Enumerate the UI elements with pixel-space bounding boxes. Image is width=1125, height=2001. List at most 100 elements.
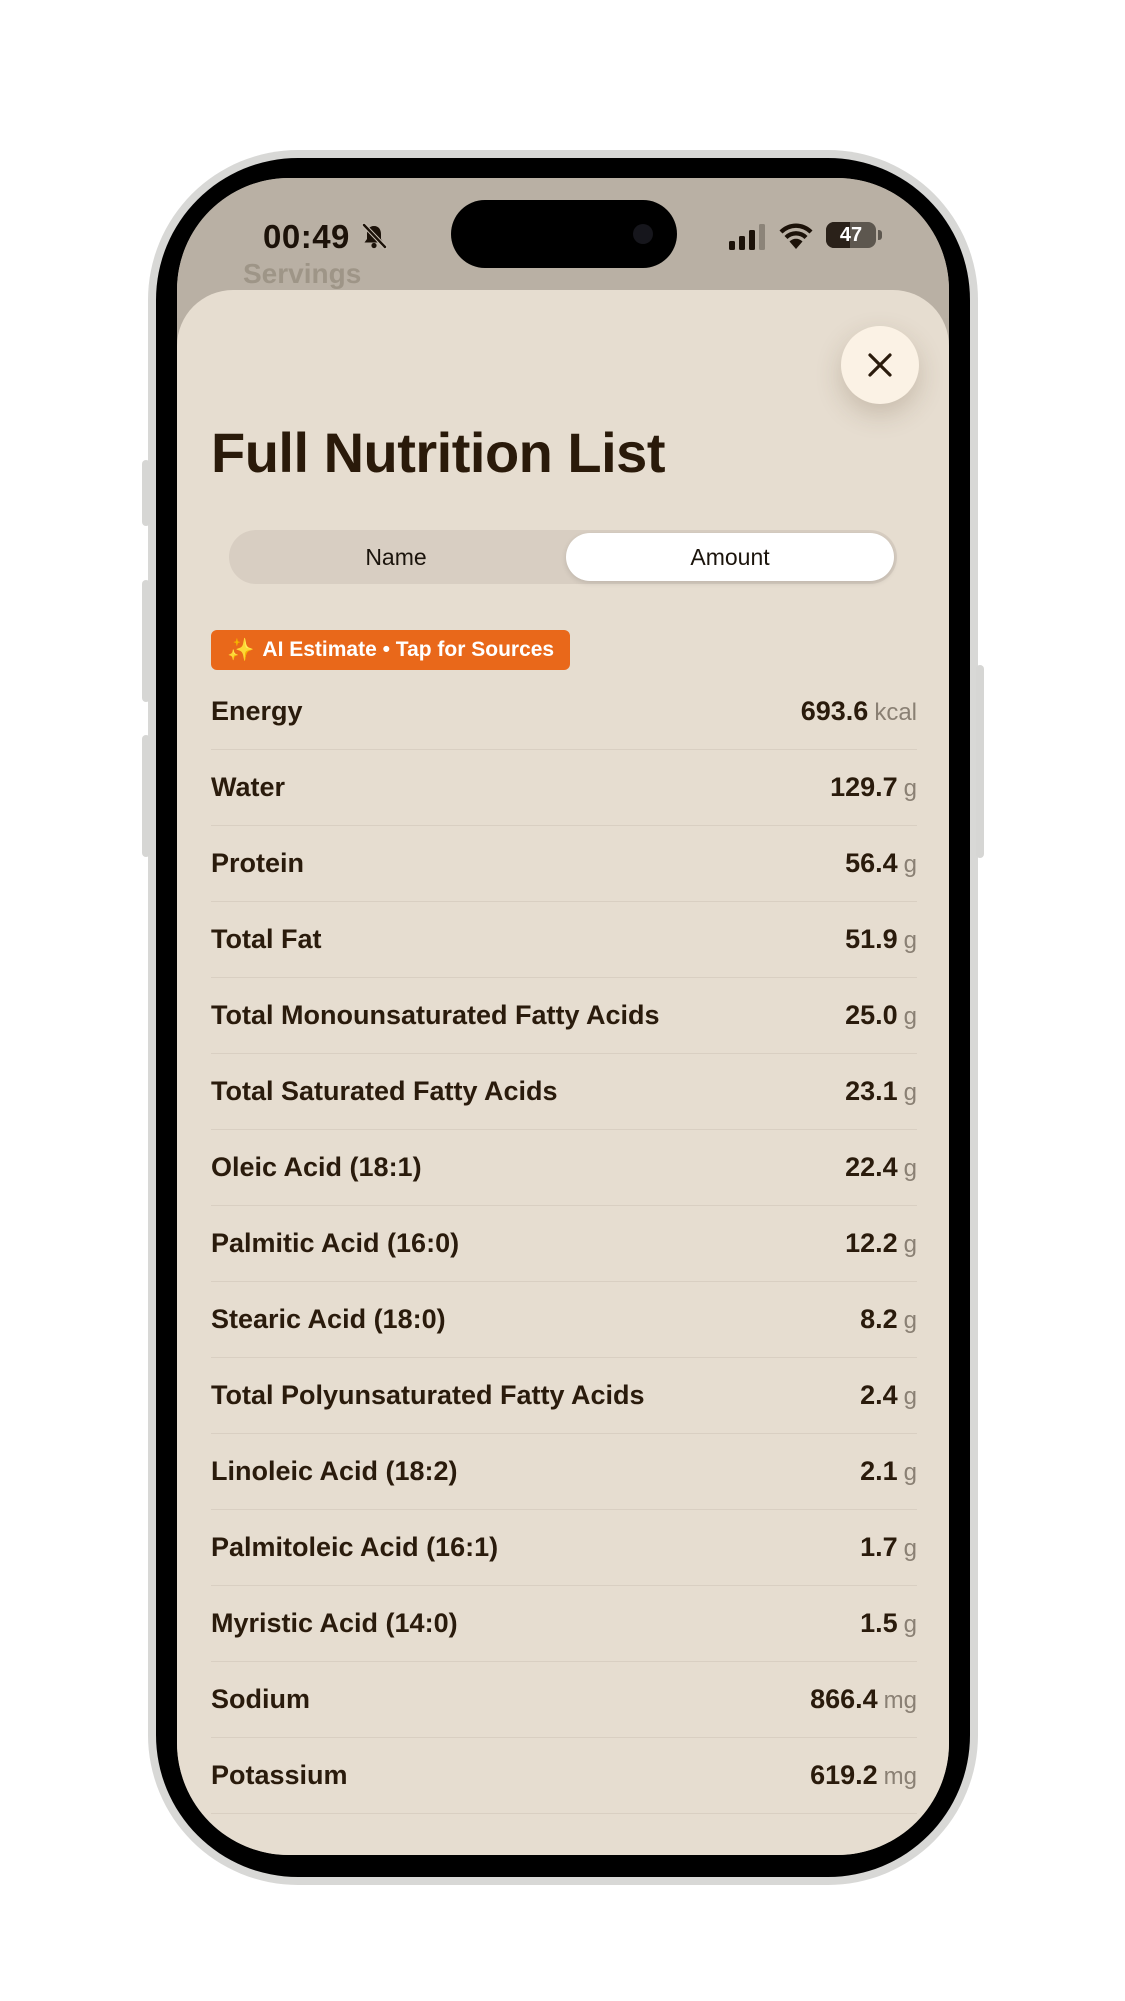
nutrient-row[interactable]: Palmitic Acid (16:0) 12.2 g bbox=[211, 1206, 917, 1282]
battery-tip bbox=[878, 230, 882, 240]
battery-level: 47 bbox=[839, 224, 863, 246]
nutrient-unit: g bbox=[903, 1307, 917, 1334]
dynamic-island bbox=[451, 200, 677, 268]
nutrient-unit: g bbox=[903, 1459, 917, 1486]
nutrient-row[interactable]: Potassium 619.2 mg bbox=[211, 1738, 917, 1814]
nutrient-unit: kcal bbox=[874, 699, 917, 726]
nutrient-name: Stearic Acid (18:0) bbox=[211, 1304, 446, 1334]
cellular-signal-icon bbox=[729, 224, 765, 250]
nutrient-amount: 1.7 bbox=[860, 1532, 898, 1562]
nutrient-name: Palmitoleic Acid (16:1) bbox=[211, 1532, 499, 1562]
nutrient-unit: g bbox=[903, 1079, 917, 1106]
nutrient-amount: 56.4 bbox=[845, 848, 898, 878]
nutrient-amount: 2.4 bbox=[860, 1380, 898, 1410]
battery-indicator: 47 bbox=[826, 222, 876, 248]
nutrient-unit: g bbox=[903, 775, 917, 802]
nutrient-row[interactable]: Linoleic Acid (18:2) 2.1 g bbox=[211, 1434, 917, 1510]
nutrient-value: 25.0 g bbox=[845, 1000, 917, 1031]
nutrient-value: 693.6 kcal bbox=[801, 696, 917, 727]
nutrient-name: Energy bbox=[211, 696, 303, 726]
nutrient-value: 12.2 g bbox=[845, 1228, 917, 1259]
nutrient-value: 8.2 g bbox=[860, 1304, 917, 1335]
nutrient-unit: g bbox=[903, 927, 917, 954]
volume-down-button bbox=[142, 735, 150, 857]
phone-screen: Servings 00:49 47 Full Nutrition List Na… bbox=[177, 178, 949, 1855]
nutrient-value: 51.9 g bbox=[845, 924, 917, 955]
nutrient-value: 1.7 g bbox=[860, 1532, 917, 1563]
tab-sort-name[interactable]: Name bbox=[232, 533, 560, 581]
nutrient-value: 2.1 g bbox=[860, 1456, 917, 1487]
nutrient-value: 23.1 g bbox=[845, 1076, 917, 1107]
nutrient-name: Myristic Acid (14:0) bbox=[211, 1608, 458, 1638]
nutrient-row[interactable]: Total Monounsaturated Fatty Acids 25.0 g bbox=[211, 978, 917, 1054]
nutrient-row[interactable]: Myristic Acid (14:0) 1.5 g bbox=[211, 1586, 917, 1662]
nutrient-unit: g bbox=[903, 1535, 917, 1562]
wifi-icon bbox=[779, 223, 813, 249]
tab-sort-amount[interactable]: Amount bbox=[566, 533, 894, 581]
action-button bbox=[142, 460, 150, 526]
nutrient-value: 129.7 g bbox=[830, 772, 917, 803]
nutrient-amount: 12.2 bbox=[845, 1228, 898, 1258]
nutrient-row[interactable]: Total Saturated Fatty Acids 23.1 g bbox=[211, 1054, 917, 1130]
nutrient-name: Protein bbox=[211, 848, 305, 878]
nutrient-name: Palmitic Acid (16:0) bbox=[211, 1228, 460, 1258]
status-bar: 00:49 47 bbox=[177, 178, 949, 288]
nutrient-row[interactable]: Energy 693.6 kcal bbox=[211, 674, 917, 750]
nutrient-amount: 25.0 bbox=[845, 1000, 898, 1030]
nutrient-unit: g bbox=[903, 851, 917, 878]
nutrient-name: Potassium bbox=[211, 1760, 348, 1790]
nutrient-amount: 23.1 bbox=[845, 1076, 898, 1106]
nutrient-amount: 8.2 bbox=[860, 1304, 898, 1334]
nutrient-unit: g bbox=[903, 1231, 917, 1258]
close-icon bbox=[868, 353, 892, 377]
nutrient-name: Oleic Acid (18:1) bbox=[211, 1152, 422, 1182]
nutrient-value: 1.5 g bbox=[860, 1608, 917, 1639]
sparkles-icon: ✨ bbox=[227, 637, 255, 662]
nutrient-row[interactable]: Palmitoleic Acid (16:1) 1.7 g bbox=[211, 1510, 917, 1586]
nutrient-amount: 51.9 bbox=[845, 924, 898, 954]
nutrient-value: 866.4 mg bbox=[810, 1684, 917, 1715]
nutrient-value: 2.4 g bbox=[860, 1380, 917, 1411]
ai-estimate-badge[interactable]: ✨ AI Estimate • Tap for Sources bbox=[211, 630, 571, 670]
nutrient-value: 22.4 g bbox=[845, 1152, 917, 1183]
nutrient-name: Total Saturated Fatty Acids bbox=[211, 1076, 558, 1106]
front-camera bbox=[633, 224, 653, 244]
nutrient-row[interactable]: Total Fat 51.9 g bbox=[211, 902, 917, 978]
nutrient-amount: 1.5 bbox=[860, 1608, 898, 1638]
close-button[interactable] bbox=[841, 326, 919, 404]
nutrient-amount: 2.1 bbox=[860, 1456, 898, 1486]
ai-estimate-label: AI Estimate • Tap for Sources bbox=[262, 638, 555, 661]
nutrient-row[interactable]: Water 129.7 g bbox=[211, 750, 917, 826]
nutrient-amount: 693.6 bbox=[800, 696, 869, 726]
nutrient-amount: 866.4 bbox=[810, 1684, 878, 1714]
nutrient-unit: g bbox=[903, 1003, 917, 1030]
sort-segmented-control: Name Amount bbox=[229, 530, 897, 584]
bell-slash-icon bbox=[361, 222, 388, 250]
nutrient-amount: 22.4 bbox=[845, 1152, 898, 1182]
nutrient-name: Total Polyunsaturated Fatty Acids bbox=[211, 1380, 645, 1410]
status-time: 00:49 bbox=[263, 218, 350, 255]
nutrient-unit: mg bbox=[883, 1763, 917, 1790]
volume-up-button bbox=[142, 580, 150, 702]
nutrient-name: Linoleic Acid (18:2) bbox=[211, 1456, 458, 1486]
nutrient-list: Energy 693.6 kcal Water 129.7 g Protein 56… bbox=[211, 674, 917, 1814]
nutrient-row[interactable]: Total Polyunsaturated Fatty Acids 2.4 g bbox=[211, 1358, 917, 1434]
nutrient-value: 619.2 mg bbox=[810, 1760, 917, 1791]
nutrient-name: Sodium bbox=[211, 1684, 310, 1714]
nutrient-name: Water bbox=[211, 772, 286, 802]
nutrient-unit: mg bbox=[883, 1687, 917, 1714]
nutrient-name: Total Monounsaturated Fatty Acids bbox=[211, 1000, 660, 1030]
nutrition-sheet: Full Nutrition List Name Amount ✨ AI Est… bbox=[177, 290, 949, 1855]
nutrient-row[interactable]: Protein 56.4 g bbox=[211, 826, 917, 902]
nutrient-row[interactable]: Oleic Acid (18:1) 22.4 g bbox=[211, 1130, 917, 1206]
nutrient-row[interactable]: Stearic Acid (18:0) 8.2 g bbox=[211, 1282, 917, 1358]
nutrient-amount: 619.2 bbox=[810, 1760, 878, 1790]
nutrient-unit: g bbox=[903, 1383, 917, 1410]
page-title: Full Nutrition List bbox=[211, 421, 665, 484]
power-button bbox=[976, 665, 984, 858]
nutrient-value: 56.4 g bbox=[845, 848, 917, 879]
nutrient-unit: g bbox=[903, 1611, 917, 1638]
nutrient-unit: g bbox=[903, 1155, 917, 1182]
nutrient-amount: 129.7 bbox=[830, 772, 898, 802]
nutrient-row[interactable]: Sodium 866.4 mg bbox=[211, 1662, 917, 1738]
